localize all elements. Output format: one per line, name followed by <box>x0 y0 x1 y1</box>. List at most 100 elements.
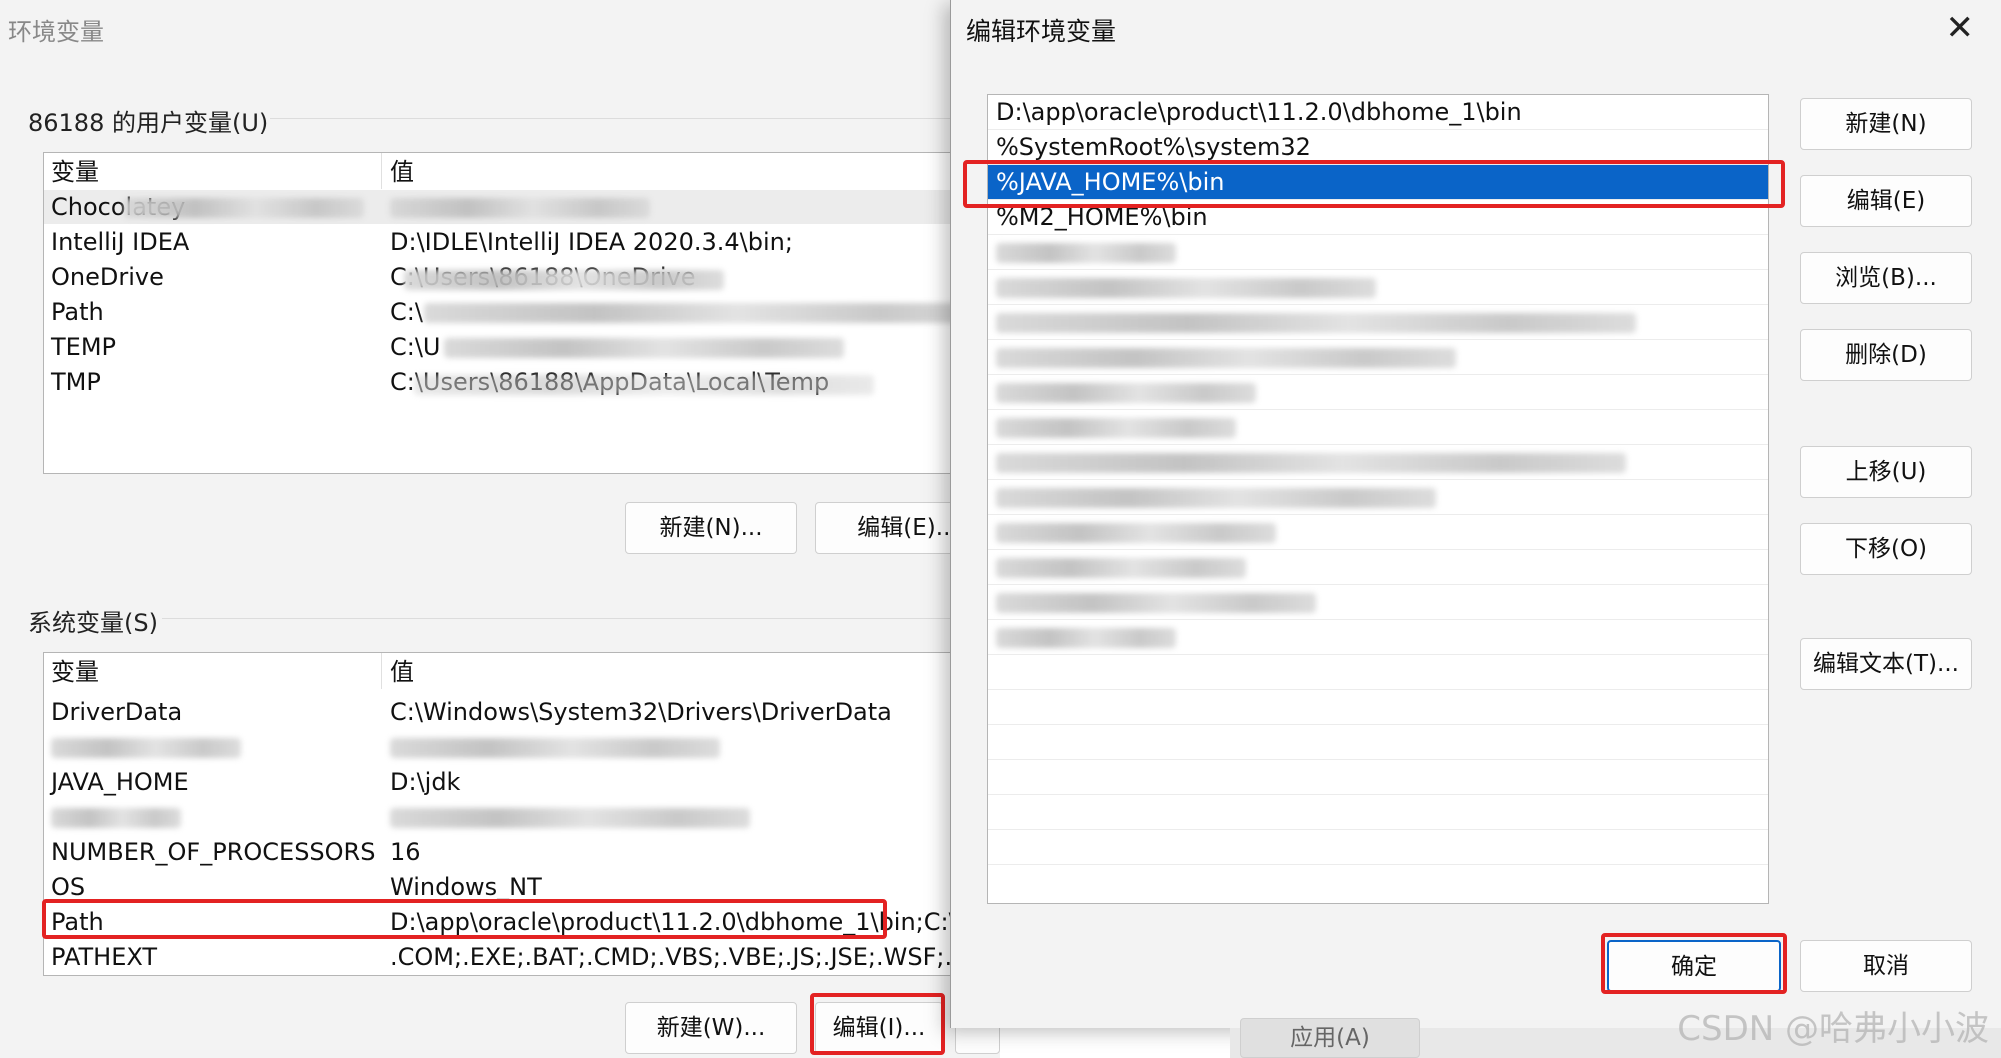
column-header-value[interactable]: 值 <box>390 655 414 689</box>
redacted-text <box>996 383 1256 403</box>
path-entry: D:\app\oracle\product\11.2.0\dbhome_1\bi… <box>996 98 1522 126</box>
cancel-button[interactable]: 取消 <box>1800 940 1972 992</box>
system-vars-label: 系统变量(S) <box>28 609 158 637</box>
redacted-text <box>390 808 750 828</box>
list-item[interactable] <box>988 690 1768 725</box>
table-row[interactable]: NUMBER_OF_PROCESSORS 16 <box>44 835 1001 869</box>
apply-button[interactable]: 应用(A) <box>1240 1018 1420 1058</box>
browse-button[interactable]: 浏览(B)... <box>1800 252 1972 304</box>
environment-variables-window: 环境变量 86188 的用户变量(U) 变量 值 Chocolatey Inte… <box>0 0 1002 1058</box>
var-value: C:\Windows\System32\Drivers\DriverData <box>390 698 892 726</box>
redacted-text <box>414 375 874 395</box>
redacted-text <box>424 303 994 323</box>
user-vars-list[interactable]: 变量 值 Chocolatey IntelliJ IDEA D:\IDLE\In… <box>43 152 1002 474</box>
var-name: NUMBER_OF_PROCESSORS <box>51 838 376 866</box>
redacted-text <box>996 628 1176 648</box>
highlight-box <box>810 993 945 1055</box>
redacted-text <box>51 808 181 828</box>
redacted-text <box>996 313 1636 333</box>
column-header-variable[interactable]: 变量 <box>51 155 99 189</box>
column-header-value[interactable]: 值 <box>390 155 414 189</box>
system-new-button[interactable]: 新建(W)... <box>625 1002 797 1054</box>
redacted-text <box>444 338 844 358</box>
list-item[interactable] <box>988 515 1768 550</box>
window-titlebar: 环境变量 <box>0 0 1000 56</box>
var-value: C:\ <box>390 298 423 326</box>
move-up-button[interactable]: 上移(U) <box>1800 446 1972 498</box>
table-row[interactable]: Chocolatey <box>44 190 1001 224</box>
table-row[interactable]: PATHEXT .COM;.EXE;.BAT;.CMD;.VBS;.VBE;.J… <box>44 940 1001 974</box>
redacted-text <box>996 523 1276 543</box>
list-item[interactable]: D:\app\oracle\product\11.2.0\dbhome_1\bi… <box>988 95 1768 130</box>
edit-env-var-dialog: 编辑环境变量 ✕ D:\app\oracle\product\11.2.0\db… <box>950 0 2001 1028</box>
table-row[interactable] <box>44 730 1001 764</box>
list-item[interactable] <box>988 445 1768 480</box>
redacted-text <box>124 198 364 218</box>
var-name: DriverData <box>51 698 183 726</box>
table-row[interactable]: DriverData C:\Windows\System32\Drivers\D… <box>44 695 1001 729</box>
list-item[interactable] <box>988 235 1768 270</box>
var-name: TMP <box>51 368 101 396</box>
window-title: 环境变量 <box>8 18 104 46</box>
edit-button[interactable]: 编辑(E) <box>1800 175 1972 227</box>
edit-text-button[interactable]: 编辑文本(T)... <box>1800 638 1972 690</box>
redacted-text <box>51 738 241 758</box>
highlight-box <box>963 160 1785 208</box>
close-icon[interactable]: ✕ <box>1946 8 1975 48</box>
column-header-variable[interactable]: 变量 <box>51 655 99 689</box>
list-item[interactable] <box>988 480 1768 515</box>
redacted-text <box>996 348 1456 368</box>
var-value: 16 <box>390 838 421 866</box>
list-item[interactable] <box>988 620 1768 655</box>
table-row[interactable]: TMP C:\Users\86188\AppData\Local\Temp <box>44 365 1001 399</box>
column-separator[interactable] <box>381 153 382 189</box>
highlight-box <box>1601 933 1787 994</box>
var-name: Path <box>51 298 104 326</box>
list-item[interactable] <box>988 550 1768 585</box>
redacted-text <box>996 278 1376 298</box>
list-item[interactable] <box>988 655 1768 690</box>
var-name: OneDrive <box>51 263 164 291</box>
list-item[interactable] <box>988 270 1768 305</box>
var-name: PATHEXT <box>51 943 158 971</box>
list-item[interactable] <box>988 725 1768 760</box>
list-item[interactable] <box>988 795 1768 830</box>
watermark: CSDN @哈弗小小波 <box>1677 1009 1989 1049</box>
move-down-button[interactable]: 下移(O) <box>1800 523 1972 575</box>
list-item[interactable] <box>988 410 1768 445</box>
redacted-text <box>390 738 720 758</box>
table-row[interactable]: TEMP C:\U <box>44 330 1001 364</box>
group-divider <box>162 618 1000 619</box>
redacted-text <box>996 558 1246 578</box>
delete-button[interactable]: 删除(D) <box>1800 329 1972 381</box>
path-entries-list[interactable]: D:\app\oracle\product\11.2.0\dbhome_1\bi… <box>987 94 1769 904</box>
table-row[interactable] <box>44 800 1001 834</box>
list-header: 变量 值 <box>44 155 1001 189</box>
var-value: .COM;.EXE;.BAT;.CMD;.VBS;.VBE;.JS;.JSE;.… <box>390 943 1002 971</box>
var-name: IntelliJ IDEA <box>51 228 190 256</box>
table-row[interactable]: IntelliJ IDEA D:\IDLE\IntelliJ IDEA 2020… <box>44 225 1001 259</box>
user-vars-label: 86188 的用户变量(U) <box>28 109 269 137</box>
column-separator[interactable] <box>381 653 382 689</box>
list-item[interactable] <box>988 585 1768 620</box>
list-item[interactable] <box>988 340 1768 375</box>
redacted-text <box>996 453 1626 473</box>
list-item[interactable] <box>988 760 1768 795</box>
var-value: D:\jdk <box>390 768 461 796</box>
list-item[interactable] <box>988 375 1768 410</box>
list-item[interactable] <box>988 305 1768 340</box>
var-value: C:\U <box>390 333 441 361</box>
user-new-button[interactable]: 新建(N)... <box>625 502 797 554</box>
table-row[interactable]: OneDrive C:\Users\86188\OneDrive <box>44 260 1001 294</box>
new-button[interactable]: 新建(N) <box>1800 98 1972 150</box>
redacted-text <box>996 488 1436 508</box>
list-header: 变量 值 <box>44 655 1001 689</box>
redacted-text <box>996 593 1316 613</box>
table-row[interactable]: Path C:\ <box>44 295 1001 329</box>
highlight-box <box>42 899 887 939</box>
dialog-title: 编辑环境变量 <box>966 17 1117 46</box>
table-row[interactable]: JAVA_HOME D:\jdk <box>44 765 1001 799</box>
list-item[interactable] <box>988 830 1768 865</box>
var-value: D:\IDLE\IntelliJ IDEA 2020.3.4\bin; <box>390 228 793 256</box>
var-name: JAVA_HOME <box>51 768 189 796</box>
